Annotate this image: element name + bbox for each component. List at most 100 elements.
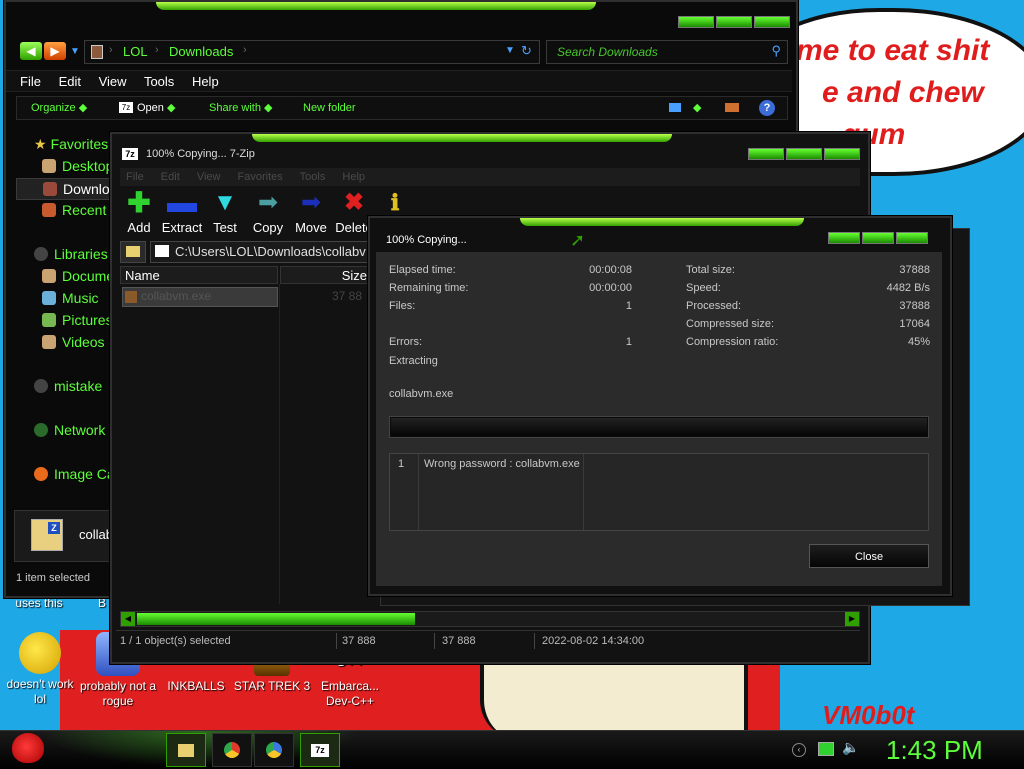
check-icon: ▼ — [213, 189, 237, 216]
menu-file[interactable]: File — [126, 171, 144, 183]
network-tray-icon[interactable] — [818, 742, 834, 756]
organize-button[interactable]: Organize ◆ — [31, 97, 87, 119]
forward-button[interactable]: ▶ — [44, 42, 66, 60]
image-capture-icon — [34, 467, 48, 481]
menu-edit[interactable]: Edit — [161, 171, 180, 183]
menu-bar: File Edit View Tools Help — [6, 70, 792, 92]
extract-button[interactable]: ▬ Extract — [159, 188, 205, 236]
open-button[interactable]: Open ◆ — [137, 97, 175, 119]
add-button[interactable]: ✚ Add — [116, 189, 162, 236]
horizontal-scrollbar[interactable]: ◀ ▶ — [120, 611, 860, 627]
new-folder-button[interactable]: New folder — [303, 97, 356, 119]
minimize-button[interactable] — [748, 148, 784, 160]
view-options-icon[interactable] — [669, 103, 681, 112]
nav-pictures[interactable]: Pictures — [42, 312, 113, 328]
desktop-icon-label: INKBALLS — [167, 679, 225, 693]
desktop-icon-label: Embarca... Dev-C++ — [320, 679, 380, 708]
scrollbar-thumb[interactable] — [137, 613, 415, 625]
move-button[interactable]: ➡ Move — [288, 190, 334, 236]
taskbar: 7z ‹ 🔈 1:43 PM — [0, 730, 1024, 769]
breadcrumb-sep-icon: › — [243, 44, 247, 56]
scroll-right-icon[interactable]: ▶ — [845, 612, 859, 626]
menu-view[interactable]: View — [197, 171, 221, 183]
menu-tools[interactable]: Tools — [144, 74, 174, 89]
menu-favorites[interactable]: Favorites — [238, 171, 283, 183]
star-icon: ★ — [34, 136, 47, 152]
preview-pane-icon[interactable] — [725, 103, 739, 112]
path-bar[interactable]: C:\Users\LOL\Downloads\collabv — [150, 241, 382, 263]
help-icon[interactable]: ? — [759, 100, 775, 116]
up-folder-button[interactable] — [120, 241, 146, 263]
nav-videos[interactable]: Videos — [42, 334, 105, 350]
breadcrumb-downloads[interactable]: Downloads — [169, 44, 233, 59]
nav-image-capture[interactable]: Image Ca — [34, 466, 115, 482]
menu-file[interactable]: File — [20, 74, 41, 89]
column-header-size[interactable]: Size — [280, 266, 382, 284]
share-with-button[interactable]: Share with ◆ — [209, 97, 273, 119]
close-button[interactable] — [754, 16, 790, 28]
file-size: 37 88 — [332, 289, 363, 303]
maximize-button[interactable] — [862, 232, 894, 244]
search-box[interactable]: Search Downloads ⚲ — [546, 40, 788, 64]
desktop-icon-yahoo[interactable]: doesn't work lol — [0, 632, 80, 707]
nav-network[interactable]: Network — [34, 422, 105, 438]
file-list: Name Size collabvm.exe 37 88 — [120, 266, 382, 606]
minimize-button[interactable] — [678, 16, 714, 28]
taskbar-chrome[interactable] — [212, 733, 252, 767]
log-row-number: 1 — [398, 458, 405, 470]
toolbar-label: Extract — [161, 220, 203, 235]
clock[interactable]: 1:43 PM — [886, 735, 983, 766]
menu-edit[interactable]: Edit — [59, 74, 81, 89]
label-elapsed-time: Elapsed time: — [389, 264, 456, 276]
menu-help[interactable]: Help — [342, 171, 365, 183]
window-controls — [828, 232, 928, 244]
libraries-icon — [34, 247, 48, 261]
taskbar-chromium[interactable] — [254, 733, 294, 767]
address-bar[interactable]: › LOL › Downloads › ▼ ↻ — [84, 40, 540, 64]
desktop-icon-uses-this[interactable]: uses this — [0, 596, 78, 611]
test-button[interactable]: ▼ Test — [202, 189, 248, 236]
menu-help[interactable]: Help — [192, 74, 219, 89]
show-hidden-icons[interactable]: ‹ — [792, 743, 806, 757]
maximize-button[interactable] — [716, 16, 752, 28]
column-header-name[interactable]: Name — [120, 266, 278, 284]
search-icon[interactable]: ⚲ — [771, 43, 781, 59]
nav-favorites[interactable]: ★ Favorites — [34, 136, 108, 153]
back-button[interactable]: ◀ — [20, 42, 42, 60]
menu-tools[interactable]: Tools — [300, 171, 326, 183]
taskbar-explorer[interactable] — [166, 733, 206, 767]
nav-mistake[interactable]: mistake — [34, 378, 102, 394]
log-col-divider — [583, 454, 584, 530]
close-dialog-button[interactable]: Close — [809, 544, 929, 568]
nav-desktop[interactable]: Desktop — [42, 158, 113, 174]
refresh-icon[interactable]: ↻ — [521, 43, 532, 59]
nav-recent[interactable]: Recent — [42, 202, 106, 218]
taskbar-7zip[interactable]: 7z — [300, 733, 340, 767]
recent-pages-dropdown[interactable]: ▼ — [70, 46, 80, 57]
view-dropdown-icon[interactable]: ◆ — [693, 97, 701, 119]
breadcrumb-lol[interactable]: LOL — [123, 44, 148, 59]
maximize-button[interactable] — [786, 148, 822, 160]
nav-libraries[interactable]: Libraries — [34, 246, 108, 262]
up-folder-icon — [126, 246, 140, 257]
close-button[interactable] — [824, 148, 860, 160]
scroll-left-icon[interactable]: ◀ — [121, 612, 135, 626]
address-dropdown-icon[interactable]: ▼ — [505, 45, 515, 56]
file-row-selected[interactable]: collabvm.exe — [122, 287, 278, 307]
value-compressed-size: 17064 — [899, 318, 930, 330]
label-compression-ratio: Compression ratio: — [686, 336, 779, 348]
search-input[interactable]: Search Downloads — [557, 45, 658, 59]
minimize-button[interactable] — [828, 232, 860, 244]
desktop-icon-label: STAR TREK 3 — [233, 679, 311, 693]
pictures-icon — [42, 313, 56, 327]
label-processed: Processed: — [686, 300, 742, 312]
close-button[interactable] — [896, 232, 928, 244]
title-glow — [520, 218, 804, 226]
copy-button[interactable]: ➡ Copy — [245, 190, 291, 236]
recent-places-icon — [42, 203, 56, 217]
status-divider — [534, 633, 535, 649]
nav-music[interactable]: Music — [42, 290, 99, 306]
menu-view[interactable]: View — [99, 74, 127, 89]
volume-icon[interactable]: 🔈 — [842, 739, 859, 756]
path-text: C:\Users\LOL\Downloads\collabv — [175, 244, 366, 259]
